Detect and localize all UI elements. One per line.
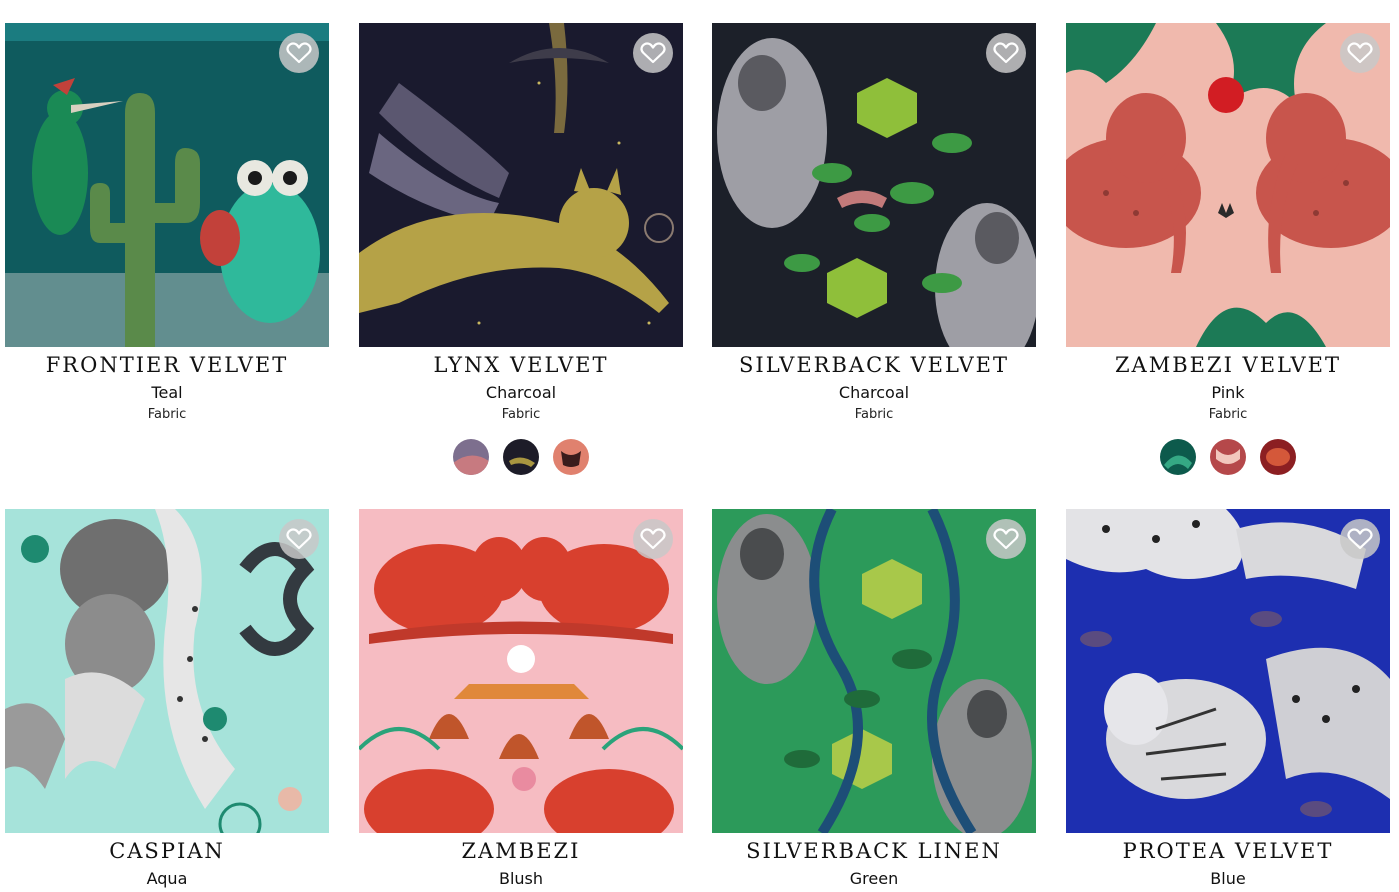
colour-swatch[interactable] xyxy=(453,439,489,475)
product-colour: Green xyxy=(849,869,899,888)
colour-swatches xyxy=(359,439,683,475)
product-pattern-image xyxy=(1066,23,1390,347)
product-card[interactable]: SILVERBACK LINEN Green xyxy=(712,509,1036,889)
heart-icon xyxy=(286,528,312,550)
swatch-image xyxy=(503,439,539,475)
product-title[interactable]: CASPIAN xyxy=(5,839,329,863)
favourite-heart-button[interactable] xyxy=(986,519,1026,559)
product-card[interactable]: CASPIAN Aqua xyxy=(5,509,329,889)
favourite-heart-button[interactable] xyxy=(279,519,319,559)
colour-swatch[interactable] xyxy=(1210,439,1246,475)
product-pattern-image xyxy=(5,509,329,833)
swatch-image xyxy=(553,439,589,475)
product-colour: Blue xyxy=(1210,869,1246,888)
colour-swatch[interactable] xyxy=(1260,439,1296,475)
colour-swatch[interactable] xyxy=(1160,439,1196,475)
product-card[interactable]: ZAMBEZI Blush xyxy=(359,509,683,889)
product-pattern-image xyxy=(359,23,683,347)
product-colour: Teal xyxy=(151,383,183,402)
product-colour: Blush xyxy=(498,869,544,888)
product-image[interactable] xyxy=(712,509,1036,833)
heart-icon xyxy=(286,42,312,64)
swatch-image xyxy=(1210,439,1246,475)
colour-swatch[interactable] xyxy=(503,439,539,475)
product-image[interactable] xyxy=(5,23,329,347)
product-type: Fabric xyxy=(854,407,894,422)
product-image[interactable] xyxy=(712,23,1036,347)
product-type: Fabric xyxy=(1208,407,1248,422)
heart-icon xyxy=(640,42,666,64)
product-type: Fabric xyxy=(501,407,541,422)
favourite-heart-button[interactable] xyxy=(633,33,673,73)
favourite-heart-button[interactable] xyxy=(1340,33,1380,73)
swatch-image xyxy=(1260,439,1296,475)
product-card[interactable]: SILVERBACK VELVET Charcoal Fabric xyxy=(712,23,1036,423)
product-card[interactable]: LYNX VELVET Charcoal Fabric xyxy=(359,23,683,475)
heart-icon xyxy=(993,528,1019,550)
heart-icon xyxy=(1347,528,1373,550)
product-title[interactable]: ZAMBEZI VELVET xyxy=(1066,353,1390,377)
favourite-heart-button[interactable] xyxy=(986,33,1026,73)
product-title[interactable]: PROTEA VELVET xyxy=(1066,839,1390,863)
swatch-image xyxy=(453,439,489,475)
colour-swatches xyxy=(1066,439,1390,475)
heart-icon xyxy=(993,42,1019,64)
product-image[interactable] xyxy=(359,509,683,833)
product-title[interactable]: LYNX VELVET xyxy=(359,353,683,377)
product-title[interactable]: SILVERBACK VELVET xyxy=(712,353,1036,377)
product-title[interactable]: SILVERBACK LINEN xyxy=(712,839,1036,863)
favourite-heart-button[interactable] xyxy=(1340,519,1380,559)
product-pattern-image xyxy=(712,509,1036,833)
product-image[interactable] xyxy=(1066,509,1390,833)
product-type: Fabric xyxy=(147,407,187,422)
product-pattern-image xyxy=(1066,509,1390,833)
product-grid: FRONTIER VELVET Teal Fabric LYNX VELVET … xyxy=(0,0,1399,892)
favourite-heart-button[interactable] xyxy=(633,519,673,559)
product-card[interactable]: FRONTIER VELVET Teal Fabric xyxy=(5,23,329,423)
colour-swatch[interactable] xyxy=(553,439,589,475)
swatch-image xyxy=(1160,439,1196,475)
product-pattern-image xyxy=(5,23,329,347)
product-pattern-image xyxy=(359,509,683,833)
product-colour: Charcoal xyxy=(838,383,910,402)
product-title[interactable]: ZAMBEZI xyxy=(359,839,683,863)
product-colour: Aqua xyxy=(146,869,188,888)
product-image[interactable] xyxy=(359,23,683,347)
product-colour: Pink xyxy=(1211,383,1245,402)
heart-icon xyxy=(1347,42,1373,64)
heart-icon xyxy=(640,528,666,550)
product-card[interactable]: ZAMBEZI VELVET Pink Fabric xyxy=(1066,23,1390,475)
product-image[interactable] xyxy=(1066,23,1390,347)
favourite-heart-button[interactable] xyxy=(279,33,319,73)
product-pattern-image xyxy=(712,23,1036,347)
product-title[interactable]: FRONTIER VELVET xyxy=(5,353,329,377)
product-image[interactable] xyxy=(5,509,329,833)
product-card[interactable]: PROTEA VELVET Blue xyxy=(1066,509,1390,889)
product-colour: Charcoal xyxy=(485,383,557,402)
